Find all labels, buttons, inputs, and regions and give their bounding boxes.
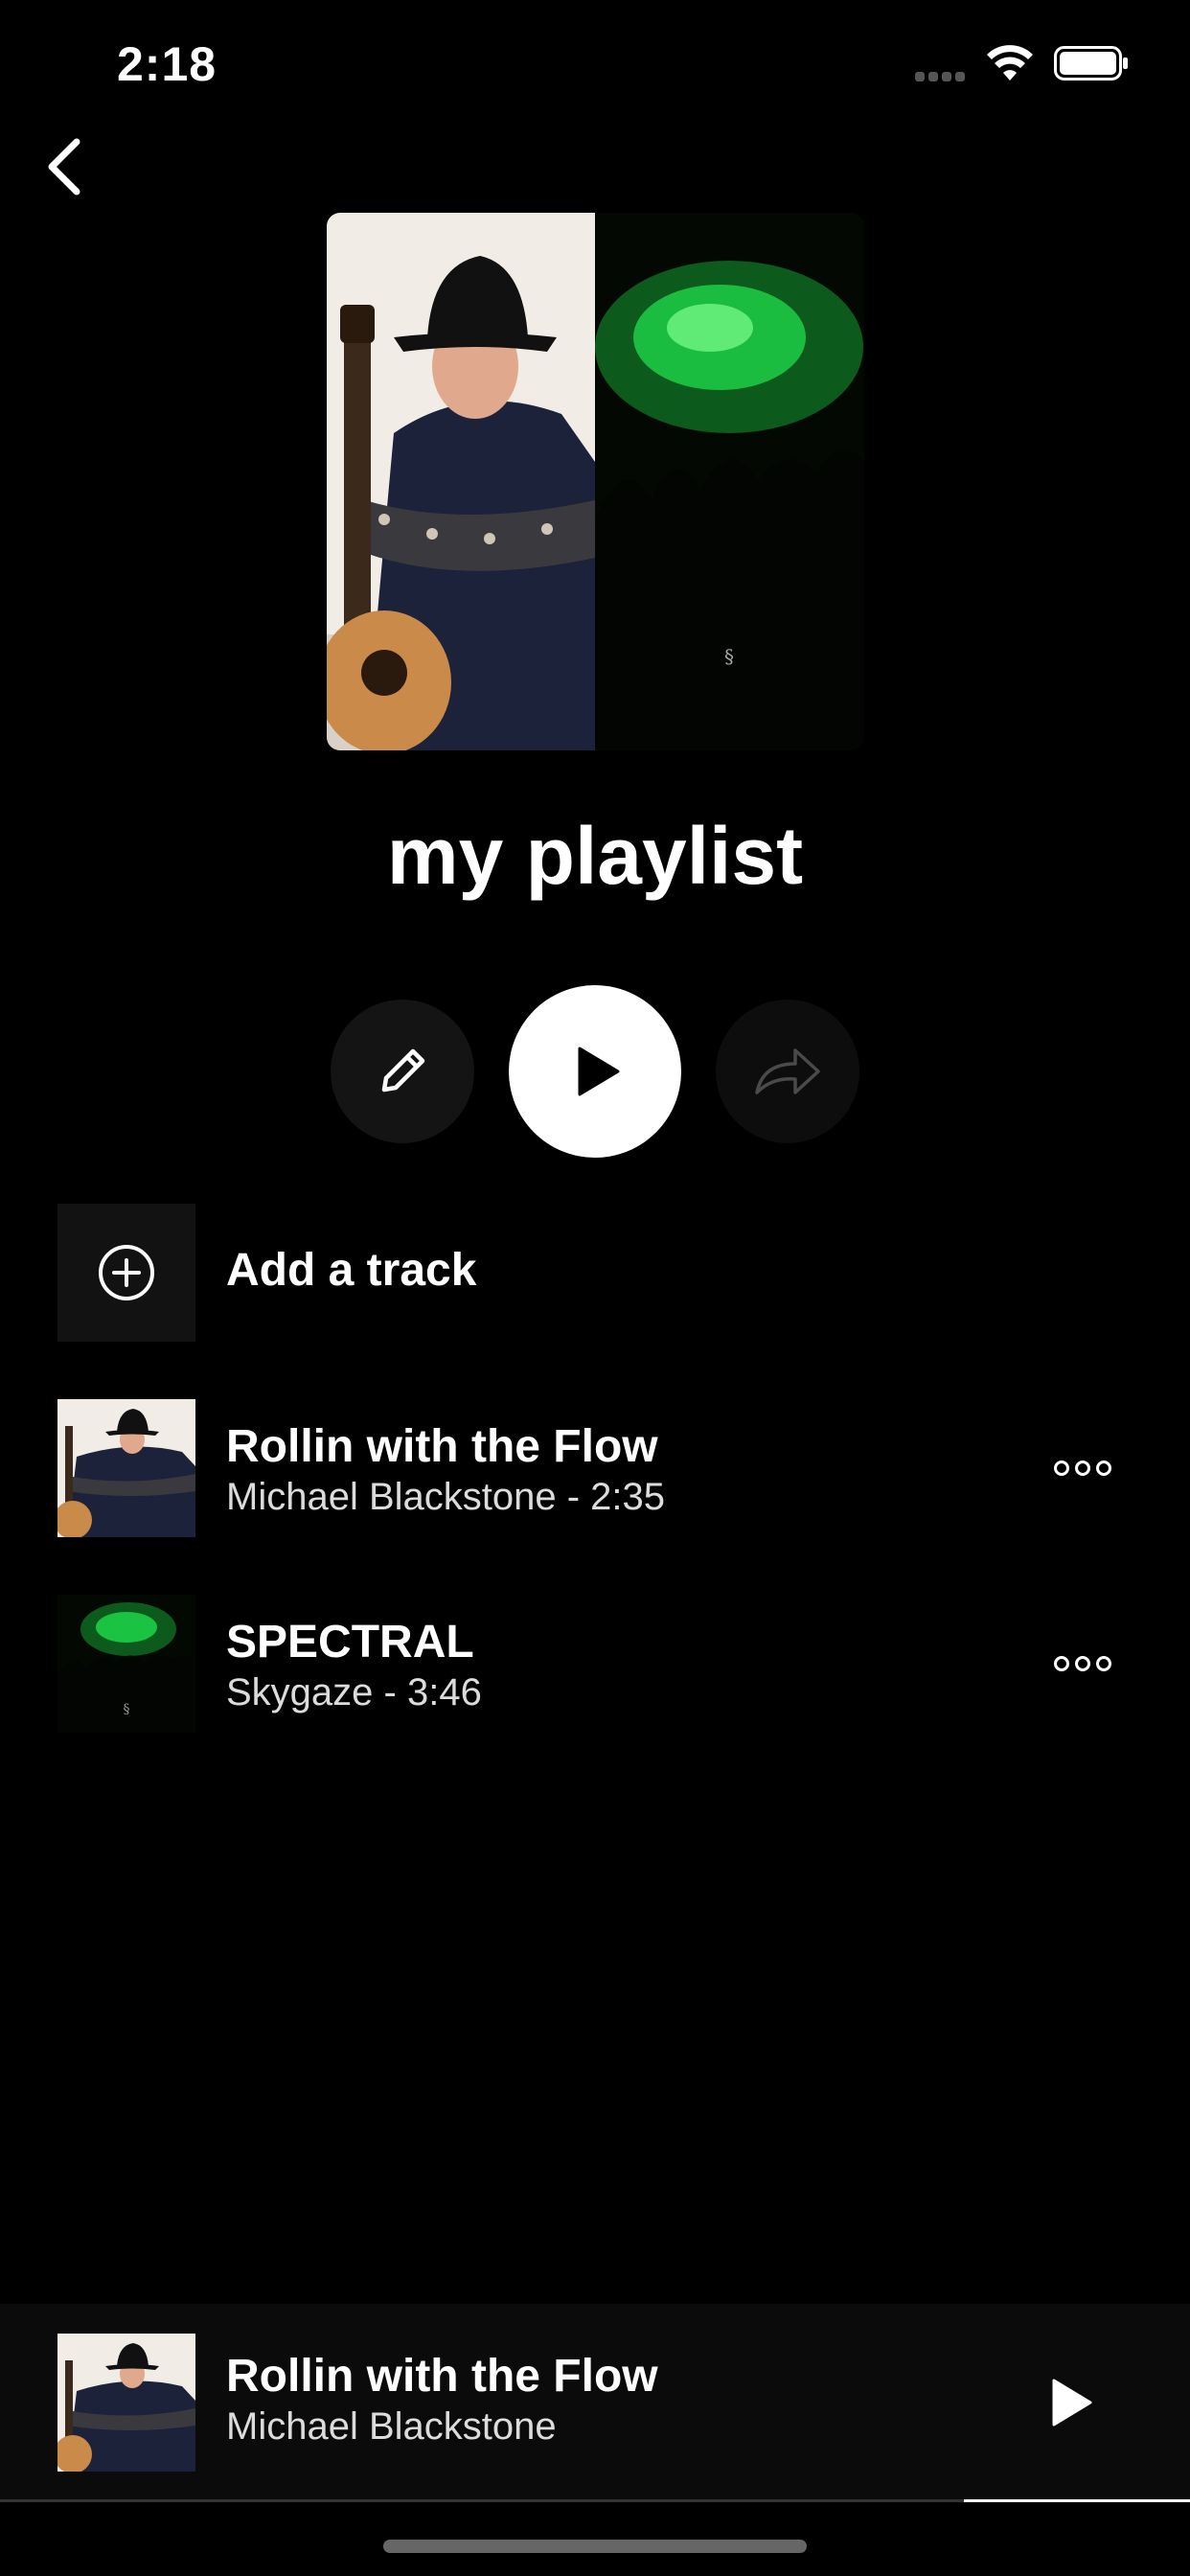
plus-circle-icon <box>99 1245 154 1300</box>
back-chevron-icon[interactable] <box>40 134 94 199</box>
track-subtitle: Michael Blackstone - 2:35 <box>226 1476 666 1518</box>
track-title: Rollin with the Flow <box>226 1421 658 1472</box>
add-track-row[interactable]: Add a track <box>57 1204 1133 1342</box>
share-playlist-button[interactable] <box>716 1000 859 1143</box>
track-row[interactable]: Rollin with the Flow Michael Blackstone … <box>57 1399 1133 1537</box>
battery-icon <box>1054 46 1128 80</box>
play-playlist-button[interactable] <box>509 985 681 1158</box>
now-playing-artwork <box>57 2334 195 2472</box>
track-artwork <box>57 1399 195 1537</box>
more-options-icon[interactable] <box>1054 1447 1111 1489</box>
now-playing-title: Rollin with the Flow <box>226 2351 658 2402</box>
cellular-signal-icon <box>915 69 971 81</box>
edit-playlist-button[interactable] <box>331 1000 474 1143</box>
svg-text:§: § <box>724 645 734 668</box>
track-title: SPECTRAL <box>226 1617 474 1668</box>
more-options-icon[interactable] <box>1054 1643 1111 1685</box>
wifi-icon <box>987 45 1033 80</box>
play-icon[interactable] <box>1044 2377 1096 2428</box>
status-time: 2:18 <box>117 37 217 91</box>
playlist-title: my playlist <box>386 811 804 901</box>
now-playing-artist: Michael Blackstone <box>226 2405 557 2448</box>
home-indicator[interactable] <box>383 2540 807 2553</box>
track-artwork: § <box>57 1595 195 1733</box>
play-icon <box>578 1046 620 1096</box>
pencil-icon <box>381 1048 425 1092</box>
add-track-tile <box>57 1204 195 1342</box>
share-arrow-icon <box>755 1048 820 1094</box>
track-row[interactable]: § SPECTRAL Skygaze - 3:46 <box>57 1595 1133 1733</box>
playlist-cover-art: § <box>327 213 864 750</box>
playlist-cover: § <box>327 213 864 750</box>
playback-progress-fill <box>964 2499 1190 2502</box>
track-subtitle: Skygaze - 3:46 <box>226 1671 482 1714</box>
now-playing-bar[interactable]: Rollin with the Flow Michael Blackstone <box>0 2304 1190 2501</box>
add-track-label: Add a track <box>226 1245 477 1296</box>
svg-text:§: § <box>124 1702 130 1717</box>
